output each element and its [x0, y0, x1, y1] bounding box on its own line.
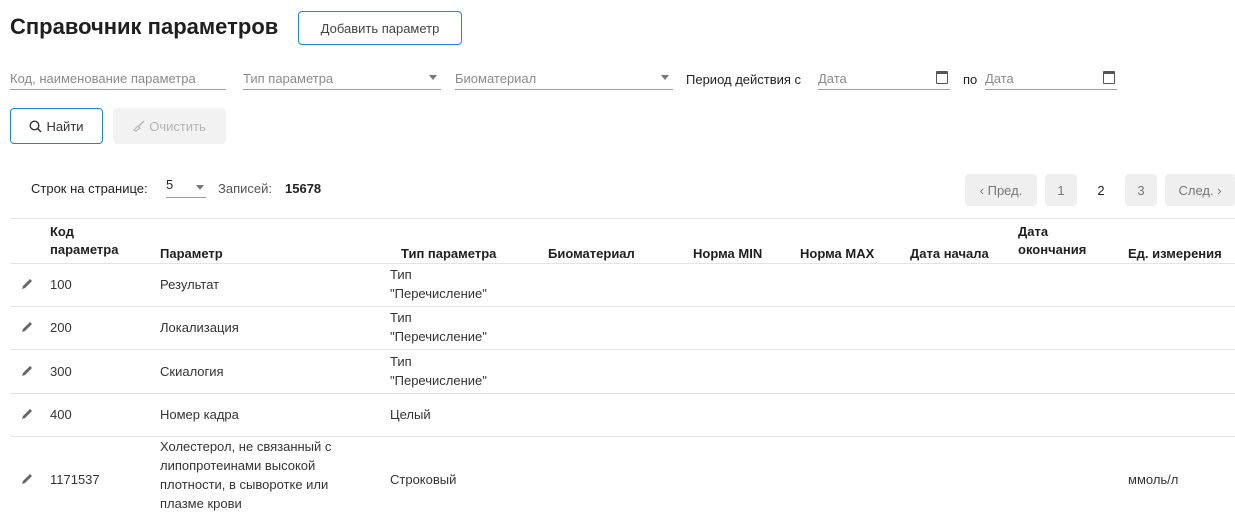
row-2-parameter: Локализация [160, 320, 239, 335]
row-3-type-line2: "Перечисление" [390, 373, 487, 388]
row-4-code: 400 [50, 407, 72, 422]
calendar-icon[interactable] [936, 71, 948, 84]
column-header-date-end-line1: Дата [1018, 224, 1049, 239]
chevron-down-icon [196, 185, 204, 190]
row-5-parameter-line3: плотности, в сыворотке или [160, 477, 329, 492]
row-3-type-line1: Тип [390, 354, 412, 369]
find-label: Найти [46, 118, 84, 134]
row-5-parameter: Холестерол, не связанный с липопротеинам… [160, 437, 331, 513]
edit-pencil-icon[interactable] [20, 364, 34, 378]
date-to-placeholder: Дата [985, 71, 1014, 86]
prev-page-button[interactable]: ‹ Пред. [965, 174, 1037, 206]
next-page-button[interactable]: След. › [1165, 174, 1235, 206]
row-5-code: 1171537 [50, 472, 100, 487]
clear-label: Очистить [149, 118, 206, 134]
page-title: Справочник параметров [10, 14, 279, 39]
parameter-type-select[interactable]: Тип параметра [243, 68, 441, 90]
row-1-type-line1: Тип [390, 267, 412, 282]
date-from-input[interactable]: Дата [818, 68, 950, 90]
find-button[interactable]: Найти [10, 108, 103, 144]
row-2-type-line2: "Перечисление" [390, 329, 487, 344]
column-header-code-line1: Код [50, 224, 74, 239]
chevron-down-icon [661, 75, 669, 80]
column-header-type[interactable]: Тип параметра [401, 245, 496, 263]
row-2-type-line1: Тип [390, 310, 412, 325]
records-count: 15678 [285, 181, 322, 196]
broom-icon [133, 120, 145, 132]
code-name-input[interactable]: Код, наименование параметра [10, 68, 226, 90]
search-icon [29, 119, 42, 133]
row-4-type: Целый [390, 407, 431, 422]
page-1-button[interactable]: 1 [1045, 174, 1077, 206]
column-header-biomaterial[interactable]: Биоматериал [548, 245, 635, 263]
code-name-placeholder: Код, наименование параметра [10, 71, 196, 86]
column-header-date-end-line2: окончания [1018, 242, 1087, 257]
row-1-code: 100 [50, 277, 72, 292]
clear-button[interactable]: Очистить [113, 108, 226, 144]
edit-pencil-icon[interactable] [20, 407, 34, 421]
column-header-norm-max[interactable]: Норма MAX [800, 245, 874, 263]
rows-per-page-value: 5 [166, 177, 174, 192]
row-3-code: 300 [50, 364, 72, 379]
row-5-unit: ммоль/л [1128, 472, 1179, 487]
period-label: Период действия с [686, 72, 802, 87]
column-header-unit[interactable]: Ед. измерения [1128, 245, 1222, 263]
row-5-parameter-line1: Холестерол, не связанный с [160, 439, 332, 454]
page-2-button[interactable]: 2 [1085, 174, 1117, 206]
edit-pencil-icon[interactable] [20, 277, 34, 291]
biomaterial-select[interactable]: Биоматериал [455, 68, 673, 90]
to-label: по [963, 72, 978, 87]
row-divider [10, 393, 1235, 394]
row-3-parameter: Скиалогия [160, 364, 224, 379]
row-1-type-line2: "Перечисление" [390, 286, 487, 301]
parameter-type-placeholder: Тип параметра [243, 71, 334, 86]
biomaterial-placeholder: Биоматериал [455, 71, 537, 86]
row-1-parameter: Результат [160, 277, 220, 292]
row-5-parameter-line2: липопротеинами высокой [160, 458, 316, 473]
date-to-input[interactable]: Дата [985, 68, 1117, 90]
table-header-divider [10, 263, 1235, 264]
rows-per-page-select[interactable]: 5 [166, 177, 206, 198]
column-header-date-end[interactable]: Дата окончания [1018, 223, 1086, 259]
table-top-divider [10, 218, 1235, 219]
records-label: Записей: [218, 181, 272, 196]
row-5-parameter-line4: плазме крови [160, 496, 242, 511]
page-3-button[interactable]: 3 [1125, 174, 1157, 206]
edit-pencil-icon[interactable] [20, 320, 34, 334]
column-header-code-line2: параметра [50, 242, 119, 257]
add-parameter-button[interactable]: Добавить параметр [298, 11, 462, 45]
row-divider [10, 349, 1235, 350]
row-2-type: Тип "Перечисление" [390, 308, 487, 346]
column-header-parameter[interactable]: Параметр [160, 245, 223, 263]
row-2-code: 200 [50, 320, 72, 335]
row-5-type: Строковый [390, 472, 457, 487]
date-from-placeholder: Дата [818, 71, 847, 86]
chevron-down-icon [429, 75, 437, 80]
row-3-type: Тип "Перечисление" [390, 352, 487, 390]
calendar-icon[interactable] [1103, 71, 1115, 84]
rows-per-page-label: Строк на странице: [31, 181, 148, 196]
edit-pencil-icon[interactable] [20, 472, 34, 486]
column-header-code[interactable]: Код параметра [50, 223, 118, 259]
column-header-norm-min[interactable]: Норма MIN [693, 245, 762, 263]
row-divider [10, 306, 1235, 307]
column-header-date-start[interactable]: Дата начала [910, 245, 989, 263]
row-4-parameter: Номер кадра [160, 407, 239, 422]
row-1-type: Тип "Перечисление" [390, 265, 487, 303]
